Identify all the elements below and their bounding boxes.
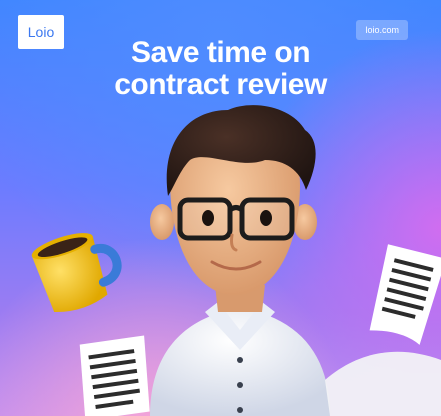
headline-line-1: Save time on (130, 36, 311, 69)
character-eye-right (260, 210, 272, 226)
coffee-mug-icon (31, 233, 122, 312)
headline-line-2: contract review (114, 68, 327, 101)
document-icon (369, 244, 441, 345)
character-eye-left (202, 210, 214, 226)
website-link-text: loio.com (365, 25, 399, 35)
character-torso (150, 302, 330, 416)
character-ear-left (150, 204, 174, 240)
paper-sheet (325, 351, 441, 416)
ad-banner: Loio loio.com Save time on contract revi… (0, 0, 441, 416)
document-icon (79, 335, 150, 416)
headline: Save time on contract review (0, 37, 441, 101)
